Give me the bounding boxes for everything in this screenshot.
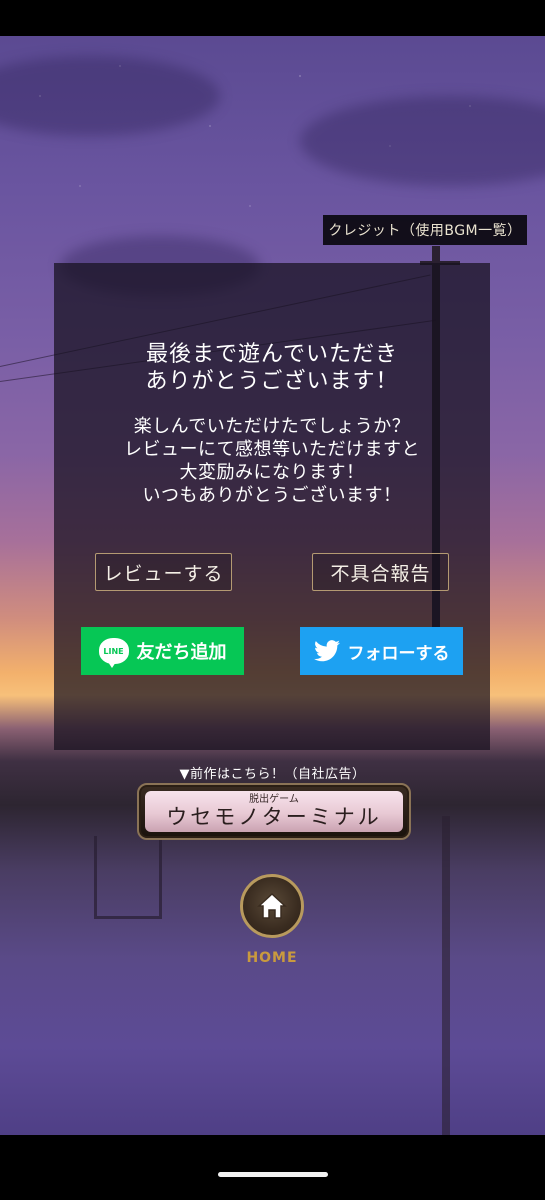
sign-reflection: [94, 836, 162, 919]
line-add-friend-button[interactable]: LINE 友だち追加: [81, 627, 244, 675]
home-button[interactable]: [240, 874, 304, 938]
credit-button[interactable]: クレジット（使用BGM一覧）: [323, 215, 527, 245]
ending-panel: 最後まで遊んでいただき ありがとうございます！ 楽しんでいただけたでしょうか？ …: [54, 263, 490, 750]
review-request-message: 楽しんでいただけたでしょうか？ レビューにて感想等いただけますと 大変励みになり…: [124, 416, 420, 506]
ad-title: ウセモノターミナル: [166, 805, 382, 829]
navigation-bar: [0, 1135, 545, 1200]
twitter-button-label: フォローする: [347, 643, 450, 664]
twitter-bird-icon: [313, 640, 340, 662]
home-label: HOME: [246, 950, 298, 966]
home-indicator[interactable]: [218, 1172, 328, 1177]
twitter-follow-button[interactable]: フォローする: [300, 627, 463, 675]
thanks-message: 最後まで遊んでいただき ありがとうございます！: [145, 342, 399, 394]
bug-report-button[interactable]: 不具合報告: [312, 553, 449, 591]
previous-game-ad-banner[interactable]: 脱出ゲーム ウセモノターミナル: [137, 783, 411, 840]
status-bar: [0, 0, 545, 36]
ad-label: ▼前作はこちら！（自社広告）: [179, 767, 366, 782]
line-button-label: 友だち追加: [136, 642, 227, 663]
pole-reflection: [442, 816, 450, 1135]
house-icon: [257, 892, 287, 919]
ad-banner-inner: 脱出ゲーム ウセモノターミナル: [145, 791, 403, 832]
review-button[interactable]: レビューする: [95, 553, 232, 591]
line-icon: LINE: [98, 638, 129, 668]
